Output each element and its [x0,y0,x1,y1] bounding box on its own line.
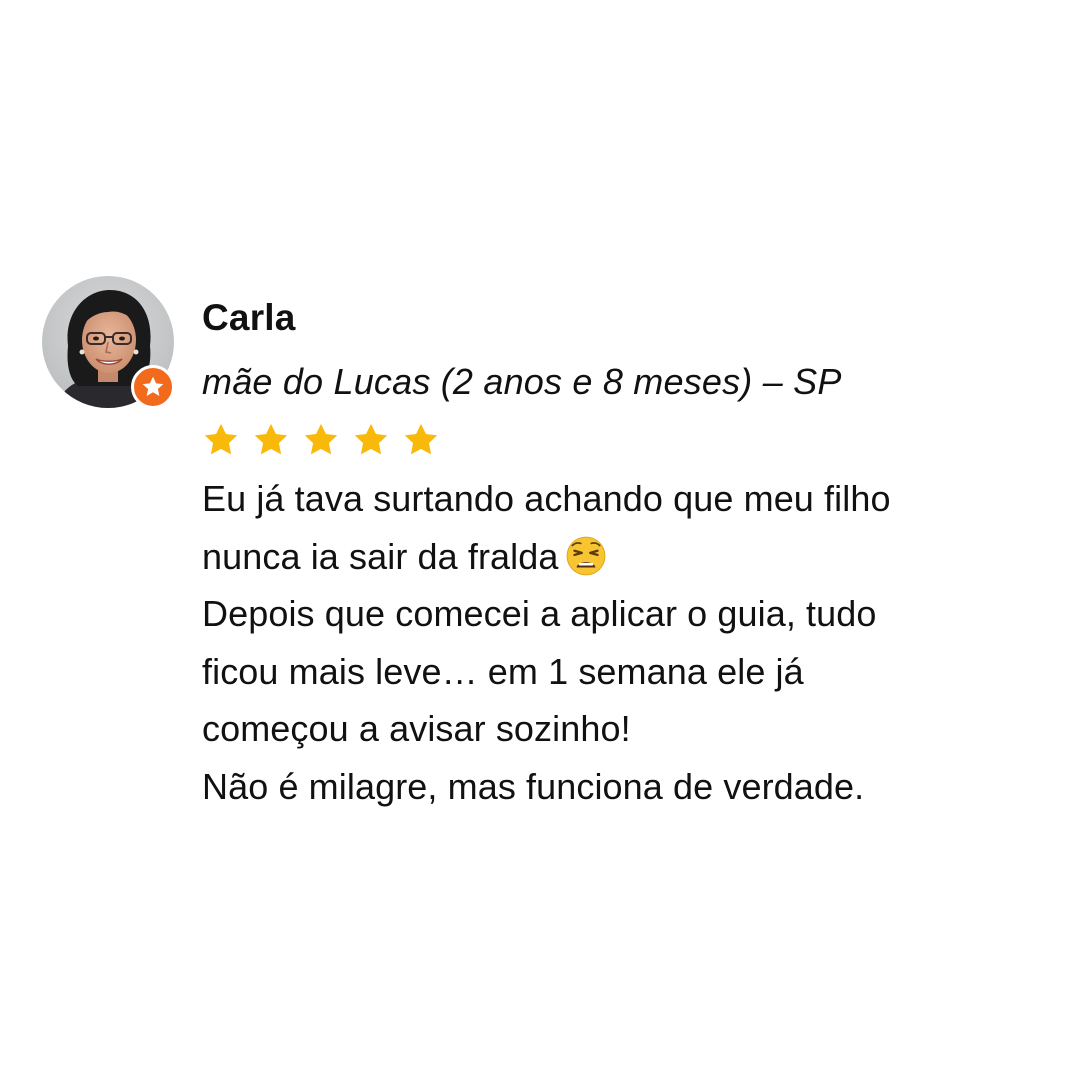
review-text: Eu já tava surtando achando que meu filh… [202,470,1022,816]
star-icon [304,423,338,455]
review-line-text: nunca ia sair da fralda [202,535,559,577]
weary-face-icon [566,536,605,576]
review-line: Não é milagre, mas funciona de verdade. [202,765,865,807]
author-name: Carla [202,297,296,338]
avatar-container [42,276,175,409]
star-icon [354,423,388,455]
star-icon [404,423,438,455]
review-content: Carla mãe do Lucas (2 anos e 8 meses) – … [202,294,1022,816]
review-line: Eu já tava surtando achando que meu filh… [202,478,891,519]
author-subtitle: mãe do Lucas (2 anos e 8 meses) – SP [202,361,842,402]
review-line: começou a avisar sozinho! [202,708,631,750]
review-line: ficou mais leve… em 1 semana ele já [202,650,804,692]
badge [131,365,175,409]
star-icon [254,423,288,455]
star-icon [142,376,164,396]
star-rating [202,420,1022,460]
review-line-with-emoji: nunca ia sair da fralda [202,528,1022,586]
star-icon [204,423,238,455]
review-line: Depois que comecei a aplicar o guia, tud… [202,593,877,635]
